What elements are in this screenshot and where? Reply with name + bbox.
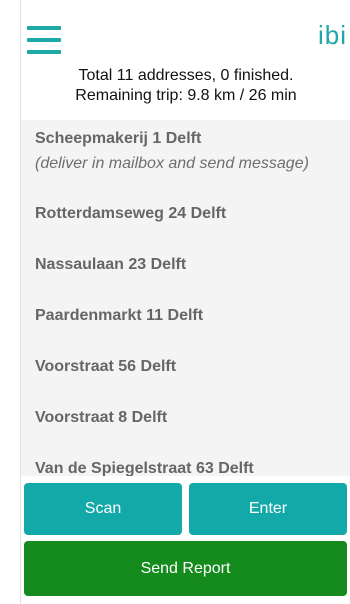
summary-remaining-trip: Remaining trip: 9.8 km / 26 min [75, 87, 297, 104]
address-note: (deliver in mailbox and send message) [35, 155, 309, 172]
address-street: Nassaulaan 23 Delft [35, 256, 187, 273]
scan-button[interactable]: Scan [24, 483, 182, 535]
top-bar: ibi [21, 0, 350, 62]
address-item-nassaulaan[interactable]: Nassaulaan 23 Delft [21, 243, 350, 294]
address-street: Paardenmarkt 11 Delft [35, 307, 204, 324]
hamburger-line [27, 26, 61, 30]
app-frame: ibi Total 11 addresses, 0 finished. Rema… [20, 0, 350, 604]
address-street: Rotterdamseweg 24 Delft [35, 205, 227, 222]
address-item-rotterdamseweg[interactable]: Rotterdamseweg 24 Delft [21, 192, 350, 243]
hamburger-line [27, 38, 61, 42]
hamburger-line [27, 50, 61, 54]
address-item-scheepmakerij[interactable]: Scheepmakerij 1 Delft (deliver in mailbo… [21, 120, 350, 192]
address-street: Scheepmakerij 1 Delft [35, 130, 202, 147]
hamburger-menu-icon[interactable] [27, 26, 61, 56]
address-item-paardenmarkt[interactable]: Paardenmarkt 11 Delft [21, 294, 350, 345]
enter-button[interactable]: Enter [189, 483, 347, 535]
address-item-voorstraat-56[interactable]: Voorstraat 56 Delft [21, 345, 350, 396]
address-item-voorstraat-8[interactable]: Voorstraat 8 Delft [21, 396, 350, 447]
address-street: Van de Spiegelstraat 63 Delft [35, 460, 254, 476]
address-street: Voorstraat 56 Delft [35, 358, 177, 375]
address-street: Voorstraat 8 Delft [35, 409, 168, 426]
address-list[interactable]: Scheepmakerij 1 Delft (deliver in mailbo… [21, 120, 350, 476]
trip-summary: Total 11 addresses, 0 finished. Remainin… [21, 66, 350, 106]
summary-total: Total 11 addresses, 0 finished. [78, 67, 294, 84]
address-item-van-de-spiegelstraat[interactable]: Van de Spiegelstraat 63 Delft [21, 447, 350, 476]
send-report-button[interactable]: Send Report [24, 541, 347, 596]
brand-logo: ibi [317, 20, 347, 50]
